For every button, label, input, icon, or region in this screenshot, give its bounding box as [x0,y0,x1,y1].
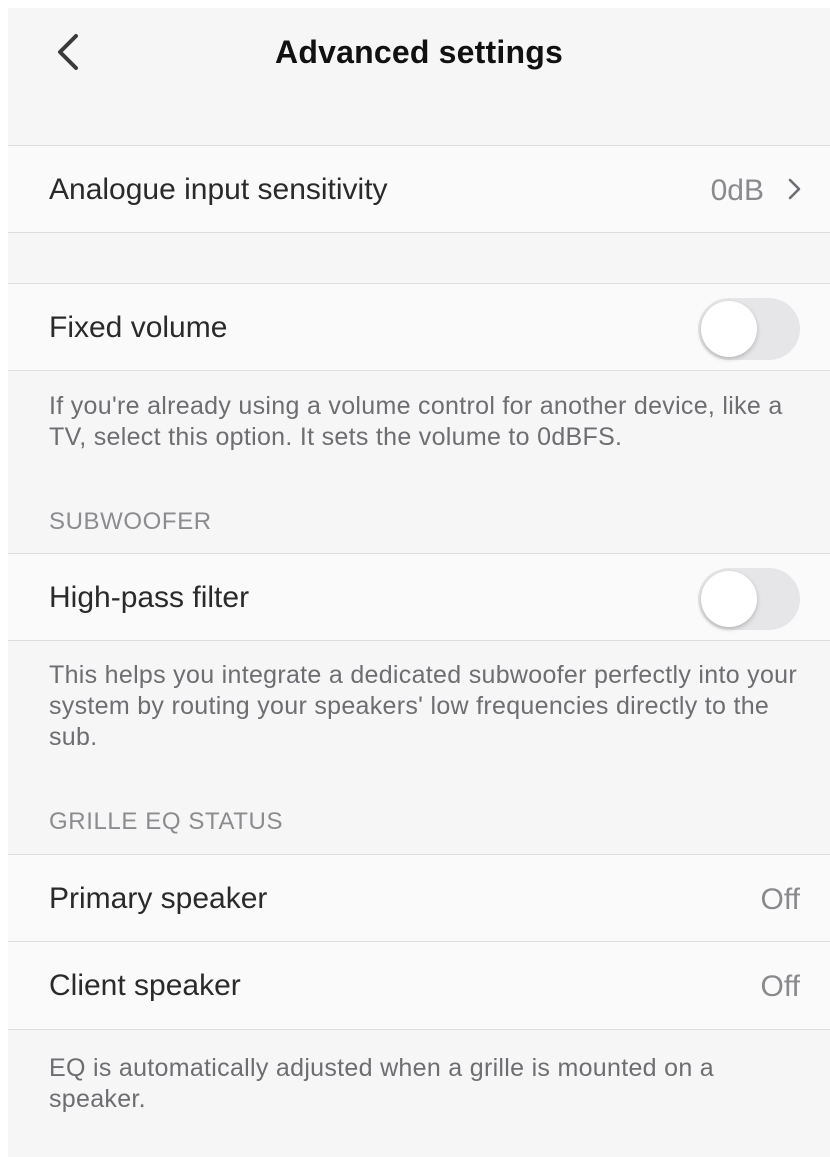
toggle-knob [701,571,757,627]
page-title: Advanced settings [275,34,563,70]
fixed-volume-description: If you're already using a volume control… [49,392,783,451]
analogue-input-sensitivity-row[interactable]: Analogue input sensitivity 0dB [8,145,830,233]
high-pass-filter-row: High-pass filter [8,553,830,641]
chevron-right-icon [788,178,801,200]
subwoofer-section-header: SUBWOOFER [49,508,212,535]
fixed-volume-toggle[interactable] [698,298,800,360]
fixed-volume-row: Fixed volume [8,283,830,371]
grille-eq-status-section-header: GRILLE EQ STATUS [49,808,284,835]
high-pass-filter-label: High-pass filter [49,581,250,614]
advanced-settings-screen: Advanced settings Analogue input sensiti… [8,8,830,1157]
toggle-knob [701,301,757,357]
navigation-bar: Advanced settings [8,8,830,145]
client-speaker-value: Off [760,970,800,1003]
high-pass-filter-toggle[interactable] [698,568,800,630]
analogue-input-sensitivity-label: Analogue input sensitivity [49,173,388,206]
primary-speaker-value: Off [760,883,800,916]
client-speaker-row: Client speaker Off [8,942,830,1030]
primary-speaker-label: Primary speaker [49,882,268,915]
grille-eq-description: EQ is automatically adjusted when a gril… [49,1054,714,1113]
client-speaker-label: Client speaker [49,969,241,1002]
high-pass-filter-description: This helps you integrate a dedicated sub… [49,661,797,751]
analogue-input-sensitivity-value: 0dB [710,174,764,207]
fixed-volume-label: Fixed volume [49,311,228,344]
primary-speaker-row: Primary speaker Off [8,854,830,942]
